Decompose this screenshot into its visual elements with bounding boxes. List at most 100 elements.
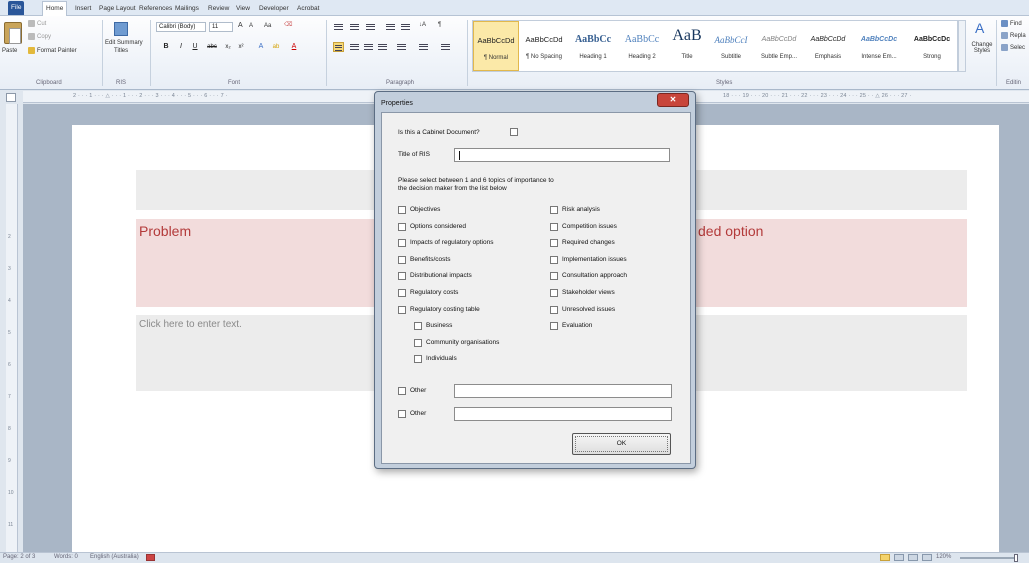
outline-icon[interactable] [922, 554, 932, 561]
cut-button[interactable]: Cut [28, 20, 46, 27]
borders-icon[interactable] [440, 42, 451, 52]
underline-button[interactable]: U [190, 42, 200, 52]
other-checkbox-1[interactable] [398, 387, 406, 395]
page-count[interactable]: Page: 2 of 3 [3, 554, 35, 560]
tab-developer[interactable]: Developer [256, 2, 292, 15]
copy-button[interactable]: Copy [28, 33, 51, 40]
topic-checkbox-stakeholder[interactable] [550, 289, 558, 297]
paste-icon[interactable] [4, 22, 22, 44]
line-spacing-icon[interactable] [396, 42, 407, 52]
topic-checkbox-competition[interactable] [550, 223, 558, 231]
web-layout-icon[interactable] [908, 554, 918, 561]
topic-checkbox-impacts[interactable] [398, 239, 406, 247]
text-effects-icon[interactable]: A [256, 42, 266, 52]
macro-icon[interactable] [146, 554, 155, 561]
numbering-icon[interactable] [349, 22, 360, 32]
strikethrough-button[interactable]: abc [207, 42, 217, 52]
edit-summary-icon[interactable] [114, 22, 128, 36]
show-marks-icon[interactable]: ¶ [438, 22, 441, 28]
decrease-indent-icon[interactable] [385, 22, 396, 32]
zoom-thumb[interactable] [1014, 554, 1018, 562]
style-subtle-emphasis[interactable]: AaBbCcDd Subtle Emp... [755, 21, 803, 71]
justify-icon[interactable] [377, 42, 388, 52]
replace-button[interactable]: Repla [1001, 32, 1026, 39]
print-layout-icon[interactable] [880, 554, 890, 561]
change-styles-icon[interactable]: A [975, 20, 984, 36]
tab-review[interactable]: Review [205, 2, 232, 15]
find-button[interactable]: Find [1001, 20, 1022, 27]
style-heading-2[interactable]: AaBbCc Heading 2 [618, 21, 666, 71]
font-name-select[interactable]: Calibri (Body) [156, 22, 206, 32]
style-title[interactable]: AaB Title [667, 21, 707, 71]
other-input-2[interactable] [454, 407, 672, 421]
change-case-icon[interactable]: Aa [264, 23, 271, 29]
tab-file[interactable]: File [8, 1, 25, 15]
close-button[interactable]: ✕ [657, 93, 689, 107]
style-no-spacing[interactable]: AaBbCcDd ¶ No Spacing [520, 21, 568, 71]
subscript-button[interactable]: x₂ [223, 42, 233, 52]
other-checkbox-2[interactable] [398, 410, 406, 418]
topic-checkbox-costing-table[interactable] [398, 306, 406, 314]
italic-button[interactable]: I [176, 42, 186, 52]
subtopic-checkbox-business[interactable] [414, 322, 422, 330]
subtopic-checkbox-individuals[interactable] [414, 355, 422, 363]
styles-gallery-scroll[interactable] [958, 20, 966, 72]
tab-references[interactable]: References [136, 2, 175, 15]
tab-page-layout[interactable]: Page Layout [96, 2, 139, 15]
style-normal[interactable]: AaBbCcDd ¶ Normal [473, 21, 519, 71]
select-button[interactable]: Selec [1001, 44, 1025, 51]
bold-button[interactable]: B [161, 42, 171, 52]
clear-format-icon[interactable]: ⌫ [284, 21, 292, 28]
format-painter-button[interactable]: Format Painter [28, 47, 77, 54]
topic-checkbox-unresolved[interactable] [550, 306, 558, 314]
style-heading-1[interactable]: AaBbCc Heading 1 [569, 21, 617, 71]
topic-checkbox-options-considered[interactable] [398, 223, 406, 231]
topic-checkbox-required-changes[interactable] [550, 239, 558, 247]
content-placeholder[interactable]: Click here to enter text. [139, 319, 242, 330]
multilevel-list-icon[interactable] [365, 22, 376, 32]
highlight-icon[interactable]: ab [271, 42, 281, 52]
topic-checkbox-regulatory-costs[interactable] [398, 289, 406, 297]
edit-summary-button[interactable]: Edit Summary [105, 40, 143, 46]
topic-checkbox-evaluation[interactable] [550, 322, 558, 330]
topic-checkbox-objectives[interactable] [398, 206, 406, 214]
topic-checkbox-risk-analysis[interactable] [550, 206, 558, 214]
grow-font-icon[interactable]: A [238, 22, 243, 29]
topic-checkbox-consultation[interactable] [550, 272, 558, 280]
change-styles-button[interactable]: Change Styles [970, 42, 994, 54]
align-left-icon[interactable] [333, 42, 344, 52]
zoom-level[interactable]: 120% [936, 554, 951, 560]
style-subtitle[interactable]: AaBbCcI Subtitle [708, 21, 754, 71]
tab-acrobat[interactable]: Acrobat [294, 2, 322, 15]
font-size-select[interactable]: 11 [209, 22, 233, 32]
topic-checkbox-distributional[interactable] [398, 272, 406, 280]
cabinet-checkbox[interactable] [510, 128, 518, 136]
full-screen-icon[interactable] [894, 554, 904, 561]
tab-insert[interactable]: Insert [72, 2, 94, 15]
increase-indent-icon[interactable] [400, 22, 411, 32]
topic-checkbox-implementation[interactable] [550, 256, 558, 264]
bullets-icon[interactable] [333, 22, 344, 32]
shading-icon[interactable] [418, 42, 429, 52]
language-indicator[interactable]: English (Australia) [90, 554, 139, 560]
subtopic-checkbox-community[interactable] [414, 339, 422, 347]
superscript-button[interactable]: x² [236, 42, 246, 52]
font-color-icon[interactable]: A [289, 42, 299, 52]
style-strong[interactable]: AaBbCcDc Strong [906, 21, 958, 71]
tab-selector[interactable] [6, 93, 16, 102]
titles-label[interactable]: Titles [114, 48, 128, 54]
paste-button[interactable]: Paste [2, 48, 17, 54]
vertical-ruler[interactable]: 2 3 4 5 6 7 8 9 10 11 [6, 104, 18, 552]
tab-mailings[interactable]: Mailings [172, 2, 202, 15]
sort-icon[interactable]: ↓A [419, 22, 426, 28]
topic-checkbox-benefits-costs[interactable] [398, 256, 406, 264]
other-input-1[interactable] [454, 384, 672, 398]
style-emphasis[interactable]: AaBbCcDd Emphasis [804, 21, 852, 71]
tab-view[interactable]: View [233, 2, 253, 15]
word-count[interactable]: Words: 0 [54, 554, 78, 560]
shrink-font-icon[interactable]: A [249, 23, 253, 29]
align-center-icon[interactable] [349, 42, 360, 52]
ok-button[interactable]: OK [572, 433, 671, 455]
tab-home[interactable]: Home [42, 1, 68, 16]
align-right-icon[interactable] [363, 42, 374, 52]
